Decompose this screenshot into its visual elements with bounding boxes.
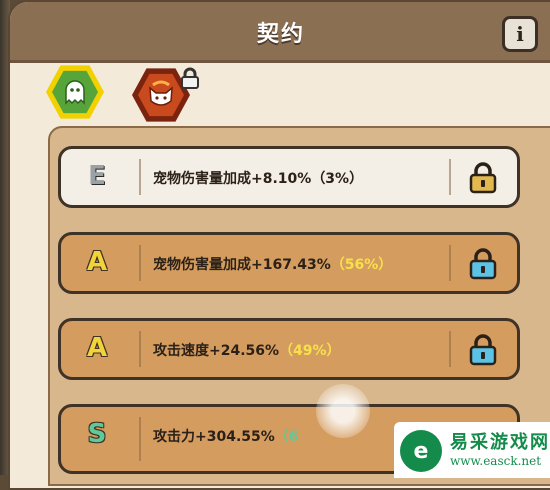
- lock-icon: [469, 162, 497, 194]
- watermark-url: www.easck.net: [450, 454, 542, 468]
- divider: [139, 331, 141, 367]
- contract-row: A 宠物伤害量加成+167.43%（56%）: [58, 232, 520, 294]
- lock-icon: [469, 334, 497, 366]
- stat-percent: （56%）: [330, 257, 393, 273]
- page-title: 契约: [256, 22, 305, 47]
- divider: [449, 245, 451, 281]
- watermark-name: 易采游戏网: [450, 432, 550, 453]
- ghost-icon: [52, 70, 98, 114]
- stat-text: 宠物伤害量加成+167.43%（56%）: [153, 254, 392, 274]
- lock-button[interactable]: [467, 333, 499, 371]
- contract-row: E 宠物伤害量加成+8.10%（3%）: [58, 146, 520, 208]
- lock-icon: [469, 248, 497, 280]
- stat-value: 攻击力+304.55%: [153, 429, 275, 445]
- divider: [139, 417, 141, 461]
- grade-label: A: [86, 247, 108, 277]
- site-logo-icon: e: [400, 430, 442, 472]
- site-watermark: e 易采游戏网 www.easck.net: [394, 422, 550, 478]
- lock-button[interactable]: [467, 247, 499, 285]
- grade-label: A: [86, 333, 108, 363]
- stat-percent: （6: [274, 429, 299, 445]
- divider: [449, 159, 451, 195]
- stat-value: 宠物伤害量加成+167.43%: [153, 257, 331, 273]
- divider: [139, 159, 141, 195]
- grade-label: E: [88, 161, 106, 191]
- fox-icon: [138, 73, 184, 117]
- stat-text: 攻击力+304.55%（6: [153, 426, 299, 446]
- stat-percent: （3%）: [311, 171, 364, 187]
- panel-header: 契约 i: [10, 2, 550, 63]
- stat-text: 宠物伤害量加成+8.10%（3%）: [153, 168, 363, 188]
- info-button[interactable]: i: [502, 16, 538, 52]
- contract-row: A 攻击速度+24.56%（49%）: [58, 318, 520, 380]
- stat-text: 攻击速度+24.56%（49%）: [153, 340, 341, 360]
- divider: [139, 245, 141, 281]
- stat-value: 攻击速度+24.56%: [153, 343, 280, 359]
- stat-value: 宠物伤害量加成+8.10%: [153, 171, 312, 187]
- pet-lock-icon: [180, 67, 200, 93]
- divider: [449, 331, 451, 367]
- lock-button[interactable]: [467, 161, 499, 199]
- grade-label: S: [87, 419, 107, 449]
- screen-glare: [316, 384, 370, 438]
- stat-percent: （49%）: [279, 343, 341, 359]
